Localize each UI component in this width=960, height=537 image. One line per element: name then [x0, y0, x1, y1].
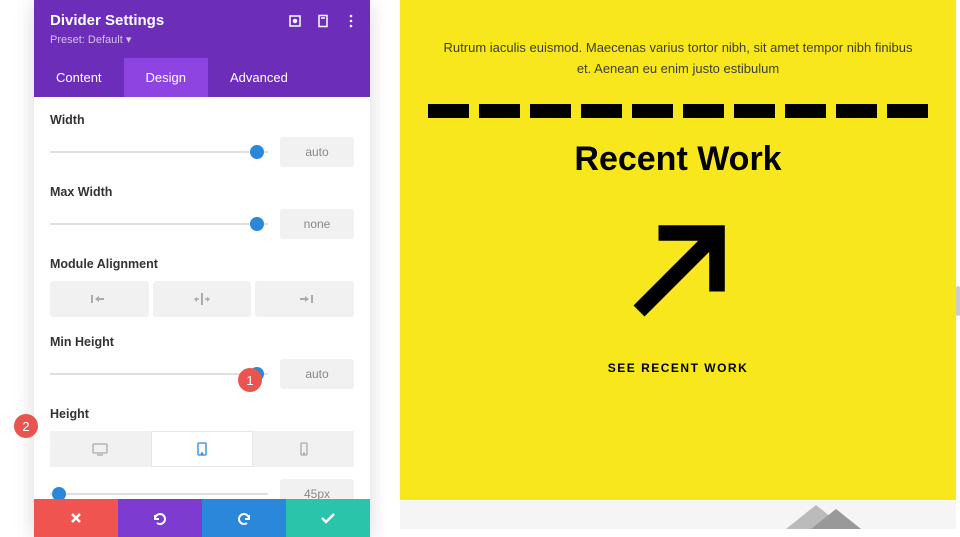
callout-1: 1 — [238, 368, 262, 392]
max-width-label: Max Width — [50, 185, 354, 199]
align-center-button[interactable] — [153, 281, 252, 317]
redo-button[interactable] — [202, 499, 286, 537]
tab-advanced[interactable]: Advanced — [208, 58, 310, 97]
panel-header[interactable]: Divider Settings Preset: Default ▾ — [34, 0, 370, 58]
settings-panel: Divider Settings Preset: Default ▾ Conte… — [34, 0, 370, 537]
height-label: Height — [50, 407, 354, 421]
max-width-input[interactable] — [280, 209, 354, 239]
preview-paragraph: Rutrum iaculis euismod. Maecenas varius … — [438, 38, 918, 80]
preview-heading: Recent Work — [428, 140, 928, 179]
undo-button[interactable] — [118, 499, 202, 537]
min-height-slider[interactable] — [50, 362, 268, 386]
max-width-slider[interactable] — [50, 212, 268, 236]
preview-area: Rutrum iaculis euismod. Maecenas varius … — [400, 0, 956, 500]
preset-selector[interactable]: Preset: Default ▾ — [50, 33, 354, 46]
building-image — [756, 503, 876, 529]
callout-2: 2 — [14, 414, 38, 438]
alignment-label: Module Alignment — [50, 257, 354, 271]
save-button[interactable] — [286, 499, 370, 537]
min-height-input[interactable] — [280, 359, 354, 389]
panel-footer — [34, 499, 370, 537]
tab-content[interactable]: Content — [34, 58, 124, 97]
more-icon[interactable] — [344, 14, 358, 28]
width-label: Width — [50, 113, 354, 127]
height-slider[interactable] — [50, 482, 268, 499]
divider-preview — [428, 104, 928, 118]
panel-body: Width Max Width Module Alignment — [34, 97, 370, 499]
cancel-button[interactable] — [34, 499, 118, 537]
bottom-section — [400, 501, 956, 529]
align-left-button[interactable] — [50, 281, 149, 317]
expand-icon[interactable] — [288, 14, 302, 28]
see-work-link[interactable]: SEE RECENT WORK — [428, 361, 928, 375]
align-right-button[interactable] — [255, 281, 354, 317]
tab-design[interactable]: Design — [124, 58, 208, 97]
page-icon[interactable] — [316, 14, 330, 28]
preview-scrollbar[interactable] — [956, 286, 960, 316]
width-slider[interactable] — [50, 140, 268, 164]
width-input[interactable] — [280, 137, 354, 167]
device-desktop-button[interactable] — [50, 431, 151, 467]
device-phone-button[interactable] — [253, 431, 354, 467]
height-input[interactable] — [280, 479, 354, 499]
device-tablet-button[interactable] — [151, 431, 254, 467]
min-height-label: Min Height — [50, 335, 354, 349]
arrow-icon — [613, 207, 743, 337]
settings-tabs: Content Design Advanced — [34, 58, 370, 97]
